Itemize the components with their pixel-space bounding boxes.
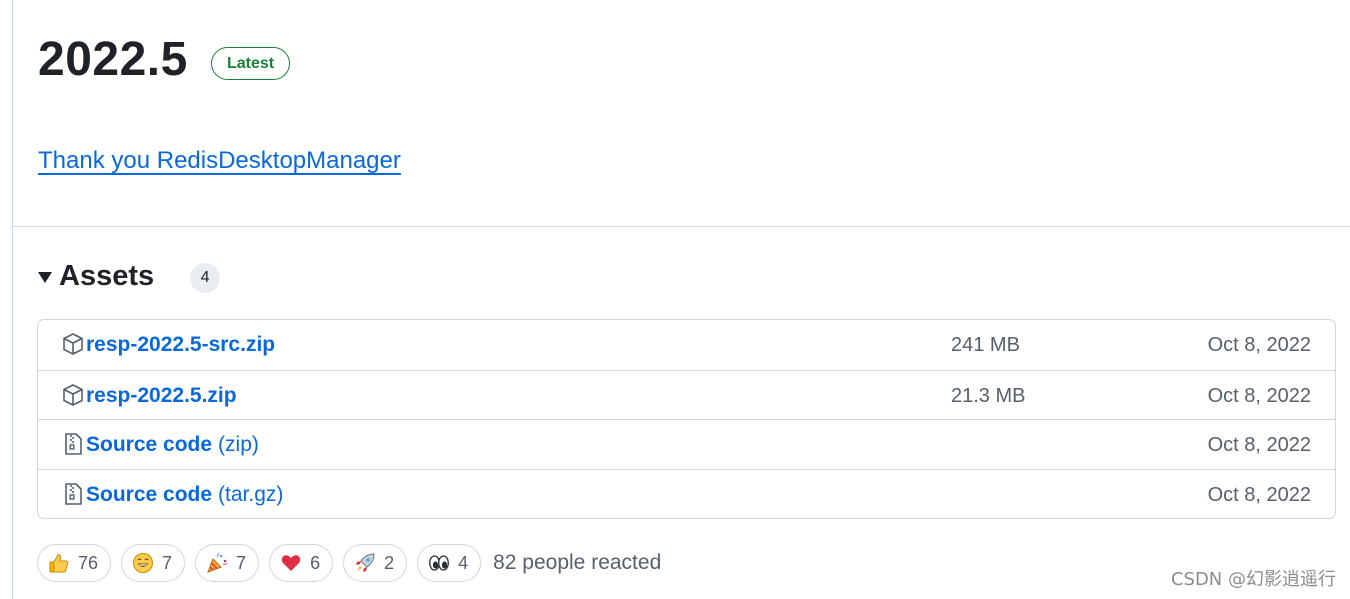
assets-toggle[interactable]: Assets 4 [38,256,221,296]
heart-icon [281,555,301,571]
rocket-icon [356,553,375,572]
party-popper-icon [207,552,228,573]
caret-down-icon [38,272,52,283]
reaction-heart[interactable]: 6 [269,544,334,582]
assets-title: Assets [59,259,155,292]
reaction-smile[interactable]: 7 [121,544,186,582]
reaction-eyes[interactable]: 4 [417,544,482,582]
thumbs-up-icon [49,554,69,573]
smile-icon [133,553,154,573]
reactions-bar: 76 7 7 6 2 4 82 people reacted [37,544,661,582]
file-zip-icon [65,482,82,505]
asset-suffix: (tar.gz) [218,482,284,506]
reaction-rocket[interactable]: 2 [343,544,408,582]
asset-link[interactable]: Source code (zip) [86,433,259,457]
reaction-count: 76 [78,552,99,573]
asset-date: Oct 8, 2022 [1207,384,1311,407]
file-zip-icon [65,433,82,455]
asset-date: Oct 8, 2022 [1207,334,1311,356]
release-note-link[interactable]: Thank you RedisDesktopManager [38,145,401,177]
release-title[interactable]: 2022.5 [38,30,188,90]
asset-size: 21.3 MB [951,384,1026,407]
package-icon [63,333,83,355]
reaction-thumbs-up[interactable]: 76 [37,544,112,582]
watermark: CSDN @幻影逍遥行 [1170,569,1336,590]
asset-name: resp-2022.5-src.zip [86,333,276,356]
asset-list: resp-2022.5-src.zip 241 MB Oct 8, 2022 r… [37,319,1336,519]
reactions-summary: 82 people reacted [493,551,662,574]
asset-name: Source code [86,433,213,456]
asset-date: Oct 8, 2022 [1207,483,1311,506]
release-header: 2022.5 Latest Thank you RedisDesktopMana… [13,0,1350,227]
asset-size: 241 MB [951,334,1020,356]
asset-link[interactable]: resp-2022.5-src.zip [86,333,281,357]
release-card: 2022.5 Latest Thank you RedisDesktopMana… [12,0,1350,599]
reaction-count: 7 [162,552,173,573]
asset-row: resp-2022.5-src.zip 241 MB Oct 8, 2022 [38,320,1335,370]
reaction-count: 2 [384,552,395,573]
asset-name: resp-2022.5.zip [86,383,237,407]
reaction-count: 6 [310,552,321,573]
reaction-count: 4 [458,552,469,573]
asset-row: Source code (zip) Oct 8, 2022 [38,419,1335,469]
asset-link[interactable]: resp-2022.5.zip [86,384,243,408]
reaction-hooray[interactable]: 7 [195,544,260,582]
latest-badge: Latest [211,47,291,80]
package-icon [63,383,83,406]
asset-row: resp-2022.5.zip 21.3 MB Oct 8, 2022 [38,369,1335,420]
asset-date: Oct 8, 2022 [1207,434,1311,456]
asset-name: Source code [86,482,213,506]
asset-link[interactable]: Source code (tar.gz) [86,483,283,507]
reaction-count: 7 [236,552,247,573]
eyes-icon [429,555,450,571]
asset-suffix: (zip) [218,433,259,456]
asset-row: Source code (tar.gz) Oct 8, 2022 [38,468,1335,519]
assets-count-badge: 4 [190,263,221,293]
